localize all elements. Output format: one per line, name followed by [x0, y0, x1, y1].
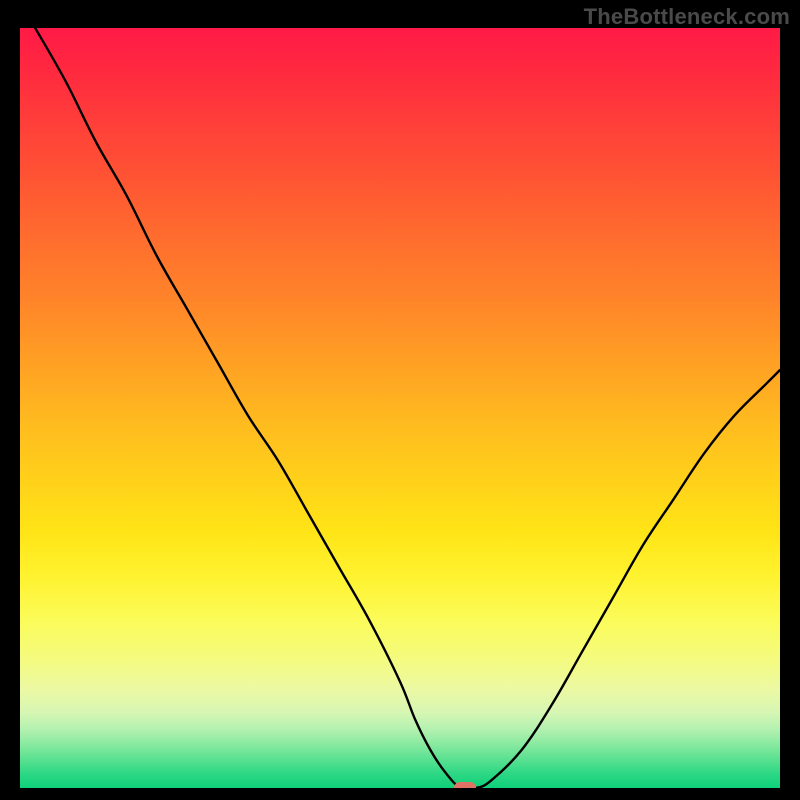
bottleneck-curve — [20, 28, 780, 788]
plot-area — [20, 28, 780, 788]
chart-frame: TheBottleneck.com — [0, 0, 800, 800]
watermark-text: TheBottleneck.com — [584, 4, 790, 30]
optimal-marker — [454, 782, 476, 788]
